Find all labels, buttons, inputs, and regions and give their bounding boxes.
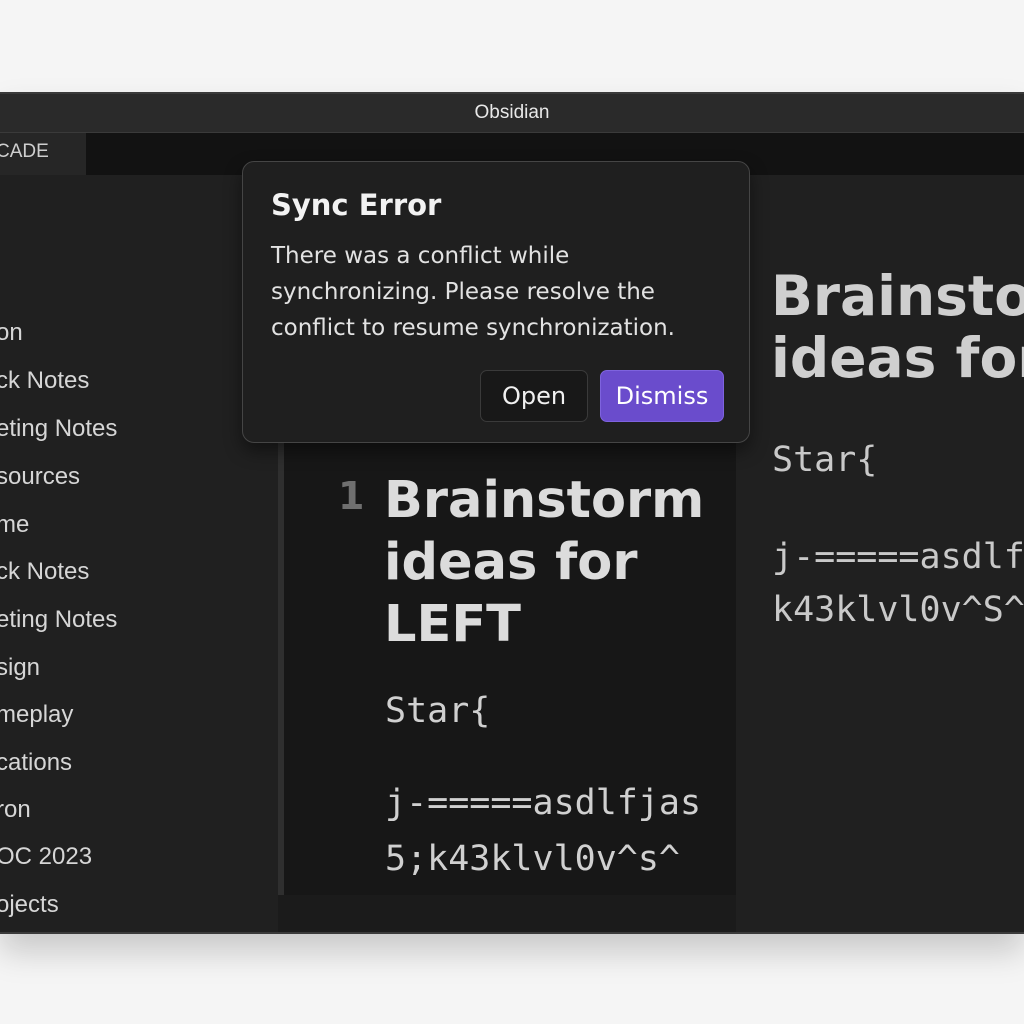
sidebar-item-gameplay[interactable]: meplay	[0, 695, 270, 735]
sync-error-modal: Sync Error There was a conflict while sy…	[242, 161, 750, 443]
preview-title-line-1: Brainstorm	[771, 264, 1024, 328]
sidebar-item-quick-notes-2[interactable]: ck Notes	[0, 552, 270, 592]
sidebar-item-quick-notes[interactable]: ck Notes	[0, 361, 270, 401]
open-button[interactable]: Open	[480, 370, 588, 422]
modal-title: Sync Error	[271, 188, 442, 222]
line-number: 1	[338, 474, 365, 518]
file-sidebar: on ck Notes eting Notes sources me ck No…	[0, 175, 278, 932]
sidebar-item-ron[interactable]: ron	[0, 790, 270, 830]
sidebar-item-resources-2[interactable]: sources	[0, 933, 270, 934]
preview-title: Brainstorm ideas for L	[771, 265, 1024, 389]
editor-note-title[interactable]: Brainstorm ideas for LEFT	[384, 470, 714, 656]
sidebar-item-meeting-notes-2[interactable]: eting Notes	[0, 600, 270, 640]
preview-line-3: k43klvl0v^S^d	[772, 590, 1024, 630]
sidebar-item-resources[interactable]: sources	[0, 457, 270, 497]
sidebar-item-projects[interactable]: ojects	[0, 885, 270, 925]
sidebar-item-me[interactable]: me	[0, 505, 270, 545]
preview-line-1: Star{	[772, 440, 878, 480]
sidebar-item-on[interactable]: on	[0, 313, 270, 353]
preview-line-2: j-=====asdlfjas	[772, 537, 1024, 577]
editor-line-2[interactable]: j-=====asdlfjas	[385, 776, 701, 830]
modal-message: There was a conflict while synchronizing…	[271, 243, 675, 341]
preview-title-line-2: ideas for L	[771, 326, 1024, 390]
sidebar-item-oc-2023[interactable]: OC 2023	[0, 837, 270, 877]
editor-line-3[interactable]: 5;k43klvl0v^s^	[385, 832, 680, 886]
sidebar-item-design[interactable]: sign	[0, 648, 270, 688]
screenshot-stage: Obsidian CADE on ck Notes eting Notes so…	[0, 0, 1024, 1024]
active-tab[interactable]: CADE	[0, 133, 86, 175]
sidebar-item-locations[interactable]: cations	[0, 743, 270, 783]
window-title: Obsidian	[0, 94, 1024, 133]
dismiss-button[interactable]: Dismiss	[600, 370, 724, 422]
sidebar-item-meeting-notes[interactable]: eting Notes	[0, 409, 270, 449]
editor-line-1[interactable]: Star{	[385, 684, 490, 738]
